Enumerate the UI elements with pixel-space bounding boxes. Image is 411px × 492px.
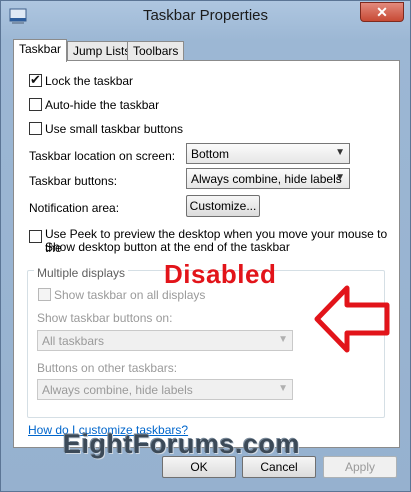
lock-taskbar-checkbox[interactable] bbox=[29, 72, 42, 88]
tab-taskbar[interactable]: Taskbar bbox=[13, 39, 68, 62]
location-value: Bottom bbox=[191, 147, 230, 161]
title-bar: Taskbar Properties ✕ bbox=[1, 1, 410, 33]
taskbar-buttons-label: Taskbar buttons: bbox=[29, 174, 118, 188]
auto-hide-checkbox[interactable] bbox=[29, 98, 42, 111]
ok-button[interactable]: OK bbox=[162, 456, 236, 478]
location-select[interactable]: Bottom ▼ bbox=[186, 143, 350, 164]
taskbar-buttons-select[interactable]: Always combine, hide labels ▼ bbox=[186, 168, 350, 189]
show-all-displays-checkbox[interactable] bbox=[38, 288, 51, 301]
other-taskbars-value: Always combine, hide labels bbox=[42, 383, 193, 397]
notification-area-label: Notification area: bbox=[29, 201, 120, 215]
close-icon: ✕ bbox=[376, 4, 388, 20]
show-all-displays-label: Show taskbar on all displays bbox=[54, 288, 206, 302]
peek-checkbox[interactable] bbox=[29, 230, 42, 243]
chevron-down-icon: ▼ bbox=[335, 147, 345, 158]
chevron-down-icon: ▼ bbox=[278, 334, 288, 345]
small-buttons-label[interactable]: Use small taskbar buttons bbox=[45, 122, 183, 136]
auto-hide-label[interactable]: Auto-hide the taskbar bbox=[45, 98, 159, 112]
location-label: Taskbar location on screen: bbox=[29, 149, 176, 163]
show-buttons-on-label: Show taskbar buttons on: bbox=[37, 311, 173, 325]
cancel-button[interactable]: Cancel bbox=[242, 456, 316, 478]
lock-taskbar-label[interactable]: Lock the taskbar bbox=[45, 74, 133, 88]
window-title: Taskbar Properties bbox=[142, 7, 269, 24]
disabled-annotation: Disabled bbox=[164, 259, 277, 289]
show-buttons-on-select[interactable]: All taskbars ▼ bbox=[37, 330, 293, 351]
small-buttons-checkbox[interactable] bbox=[29, 122, 42, 135]
show-buttons-on-value: All taskbars bbox=[42, 334, 105, 348]
tab-jump-lists[interactable]: Jump Lists bbox=[67, 41, 137, 61]
apply-button[interactable]: Apply bbox=[323, 456, 397, 478]
customize-button[interactable]: Customize... bbox=[186, 195, 260, 217]
other-taskbars-select[interactable]: Always combine, hide labels ▼ bbox=[37, 379, 293, 400]
taskbar-tab-panel: Lock the taskbar Auto-hide the taskbar U… bbox=[13, 60, 400, 448]
other-taskbars-label: Buttons on other taskbars: bbox=[37, 361, 178, 375]
left-arrow-annotation bbox=[314, 285, 390, 353]
taskbar-buttons-value: Always combine, hide labels bbox=[191, 172, 342, 186]
chevron-down-icon: ▼ bbox=[278, 383, 288, 394]
multiple-displays-title: Multiple displays bbox=[34, 266, 129, 280]
taskbar-properties-window: Taskbar Properties ✕ Taskbar Jump Lists … bbox=[0, 0, 411, 492]
chevron-down-icon: ▼ bbox=[335, 172, 345, 183]
close-button[interactable]: ✕ bbox=[360, 2, 404, 22]
tab-toolbars[interactable]: Toolbars bbox=[127, 41, 185, 61]
peek-label-line2[interactable]: Show desktop button at the end of the ta… bbox=[45, 240, 290, 254]
